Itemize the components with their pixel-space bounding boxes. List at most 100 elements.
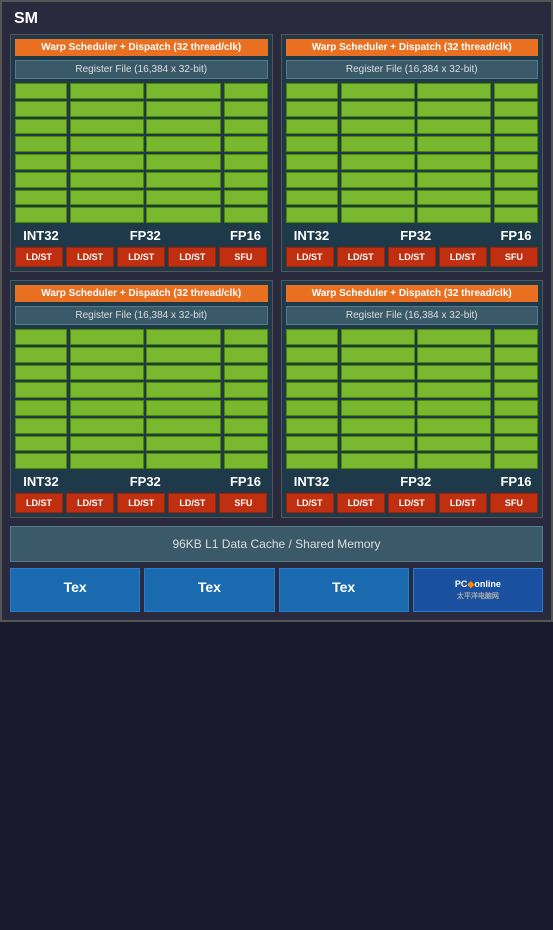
int32-label-4: INT32 xyxy=(286,474,338,489)
quadrant-2: Warp Scheduler + Dispatch (32 thread/clk… xyxy=(281,34,544,272)
quadrant-4: Warp Scheduler + Dispatch (32 thread/clk… xyxy=(281,280,544,518)
fp16-cell xyxy=(494,207,538,223)
tex-button-1[interactable]: Tex xyxy=(10,568,140,612)
fp32-cell xyxy=(146,347,220,363)
int32-label-3: INT32 xyxy=(15,474,67,489)
sfu-btn-3: SFU xyxy=(219,493,267,513)
fp16-cell xyxy=(224,101,268,117)
fp32-cell xyxy=(70,382,144,398)
fp16-cell xyxy=(494,190,538,206)
fp32-cell xyxy=(146,101,220,117)
fp16-cell xyxy=(224,436,268,452)
int-cell xyxy=(286,453,338,469)
fp32-grid-3 xyxy=(70,329,221,469)
fp32-cell xyxy=(70,119,144,135)
ldst-btn-4b: LD/ST xyxy=(337,493,385,513)
int-cell xyxy=(15,190,67,206)
fp16-cell xyxy=(224,207,268,223)
fp32-label-3: FP32 xyxy=(70,474,221,489)
int-cell xyxy=(286,436,338,452)
int32-grid-3 xyxy=(15,329,67,469)
core-row-3: INT32 xyxy=(15,329,268,489)
fp16-grid-3 xyxy=(224,329,268,469)
fp32-cell xyxy=(146,207,220,223)
fp16-grid-2 xyxy=(494,83,538,223)
fp32-cell xyxy=(341,190,415,206)
fp32-cell xyxy=(417,329,491,345)
int-cell xyxy=(286,207,338,223)
fp32-cell xyxy=(70,83,144,99)
int-cell xyxy=(15,347,67,363)
int-cell xyxy=(15,83,67,99)
tex-button-2[interactable]: Tex xyxy=(144,568,274,612)
fp32-cell xyxy=(146,136,220,152)
fp16-cell xyxy=(494,136,538,152)
fp32-cell xyxy=(70,347,144,363)
int-cell xyxy=(286,400,338,416)
ldst-btn-2d: LD/ST xyxy=(439,247,487,267)
fp32-cell xyxy=(417,453,491,469)
int-cell xyxy=(15,453,67,469)
sm-container: SM Warp Scheduler + Dispatch (32 thread/… xyxy=(0,0,553,622)
fp32-cell xyxy=(341,453,415,469)
sfu-btn-4: SFU xyxy=(490,493,538,513)
fp32-col-1: FP32 xyxy=(70,83,221,243)
fp16-cell xyxy=(494,453,538,469)
fp32-cell xyxy=(70,365,144,381)
int-cell xyxy=(15,436,67,452)
sfu-btn-1: SFU xyxy=(219,247,267,267)
fp32-cell xyxy=(70,207,144,223)
fp32-cell xyxy=(417,190,491,206)
int-cell xyxy=(286,382,338,398)
int-cell xyxy=(286,365,338,381)
ldst-btn-2b: LD/ST xyxy=(337,247,385,267)
fp32-label-2: FP32 xyxy=(341,228,492,243)
int-cell xyxy=(286,190,338,206)
bottom-units-3: LD/ST LD/ST LD/ST LD/ST SFU xyxy=(15,493,268,513)
core-row-2: INT32 xyxy=(286,83,539,243)
fp16-cell xyxy=(224,365,268,381)
register-file-3: Register File (16,384 x 32-bit) xyxy=(15,306,268,325)
fp16-cell xyxy=(224,329,268,345)
fp16-cell xyxy=(224,382,268,398)
sm-title: SM xyxy=(10,10,543,28)
fp16-cell xyxy=(494,329,538,345)
fp32-cell xyxy=(341,154,415,170)
int-cell xyxy=(286,136,338,152)
fp16-cell xyxy=(224,136,268,152)
ldst-btn-3a: LD/ST xyxy=(15,493,63,513)
fp32-cell xyxy=(146,190,220,206)
fp16-label-1: FP16 xyxy=(224,228,268,243)
int-cell xyxy=(15,101,67,117)
fp16-grid-1 xyxy=(224,83,268,223)
tex-row: Tex Tex Tex PC◆online太平洋电脑网 xyxy=(10,568,543,612)
fp32-cell xyxy=(341,119,415,135)
fp32-cell xyxy=(146,365,220,381)
fp32-cell xyxy=(146,400,220,416)
int-cell xyxy=(286,83,338,99)
fp32-cell xyxy=(146,83,220,99)
fp32-cell xyxy=(70,154,144,170)
fp32-cell xyxy=(70,418,144,434)
fp32-cell xyxy=(146,382,220,398)
fp32-cell xyxy=(341,136,415,152)
fp32-label-1: FP32 xyxy=(70,228,221,243)
fp32-cell xyxy=(341,400,415,416)
int-cell xyxy=(15,136,67,152)
fp32-cell xyxy=(341,436,415,452)
fp16-cell xyxy=(494,347,538,363)
int-cell xyxy=(286,329,338,345)
fp16-cell xyxy=(494,418,538,434)
fp16-cell xyxy=(494,154,538,170)
int-cell xyxy=(15,207,67,223)
fp32-grid-2 xyxy=(341,83,492,223)
fp32-cell xyxy=(341,418,415,434)
ldst-btn-2c: LD/ST xyxy=(388,247,436,267)
fp16-cell xyxy=(494,365,538,381)
tex-button-3[interactable]: Tex xyxy=(279,568,409,612)
fp16-cell xyxy=(494,119,538,135)
int32-grid-1 xyxy=(15,83,67,223)
fp32-cell xyxy=(417,136,491,152)
ldst-btn-3d: LD/ST xyxy=(168,493,216,513)
int-cell xyxy=(15,172,67,188)
